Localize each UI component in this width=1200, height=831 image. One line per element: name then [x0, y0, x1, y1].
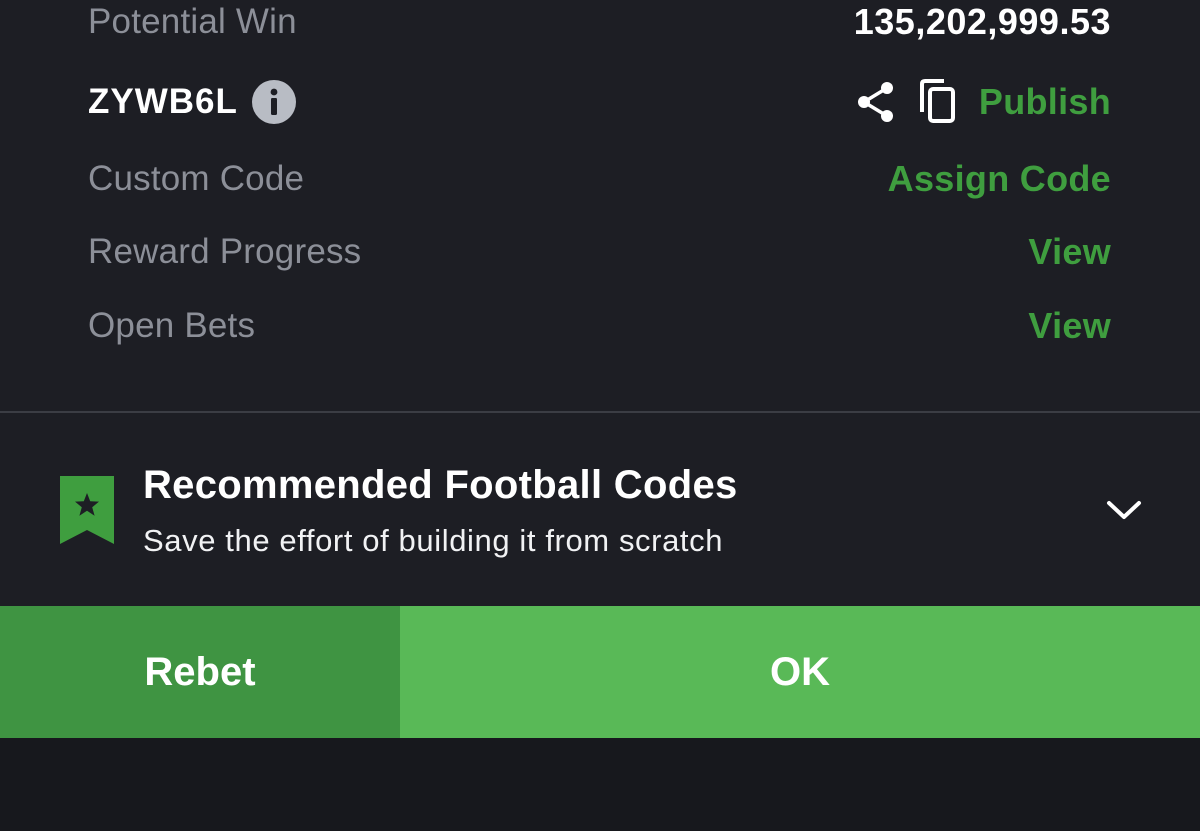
reward-progress-label: Reward Progress [88, 232, 362, 271]
potential-win-row: Potential Win 135,202,999.53 [88, 0, 1111, 44]
info-icon[interactable] [251, 80, 296, 124]
booking-code-group: ZYWB6L [88, 80, 296, 124]
recommended-subtitle: Save the effort of building it from scra… [143, 523, 724, 558]
bottom-safe-area [0, 738, 1200, 831]
reward-progress-row: Reward Progress View [88, 230, 1111, 274]
info-glyph [270, 88, 278, 115]
reward-progress-view-link[interactable]: View [1028, 231, 1111, 273]
booking-code-row: ZYWB6L Publish [88, 78, 1111, 126]
open-bets-row: Open Bets View [88, 304, 1111, 348]
booking-actions: Publish [855, 78, 1111, 126]
chevron-down-icon[interactable] [1104, 495, 1144, 525]
custom-code-label: Custom Code [88, 159, 305, 198]
open-bets-label: Open Bets [88, 306, 256, 345]
recommended-title: Recommended Football Codes [143, 463, 738, 507]
rebet-button[interactable]: Rebet [0, 606, 400, 738]
action-buttons-bar: Rebet OK [0, 606, 1200, 738]
assign-code-link[interactable]: Assign Code [888, 158, 1111, 200]
bet-summary-panel: Potential Win 135,202,999.53 ZYWB6L Publ… [0, 0, 1200, 606]
share-icon[interactable] [855, 78, 897, 126]
booking-code: ZYWB6L [88, 82, 238, 121]
bet-slip-screen: Potential Win 135,202,999.53 ZYWB6L Publ… [0, 0, 1200, 831]
custom-code-row: Custom Code Assign Code [88, 157, 1111, 201]
open-bets-view-link[interactable]: View [1028, 305, 1111, 347]
copy-icon[interactable] [917, 78, 959, 126]
potential-win-label: Potential Win [88, 2, 297, 41]
recommended-codes-section[interactable]: Recommended Football Codes Save the effo… [0, 413, 1200, 605]
bookmark-star-icon [60, 476, 114, 544]
potential-win-value: 135,202,999.53 [853, 1, 1111, 42]
ok-button[interactable]: OK [400, 606, 1200, 738]
publish-link[interactable]: Publish [979, 81, 1111, 123]
